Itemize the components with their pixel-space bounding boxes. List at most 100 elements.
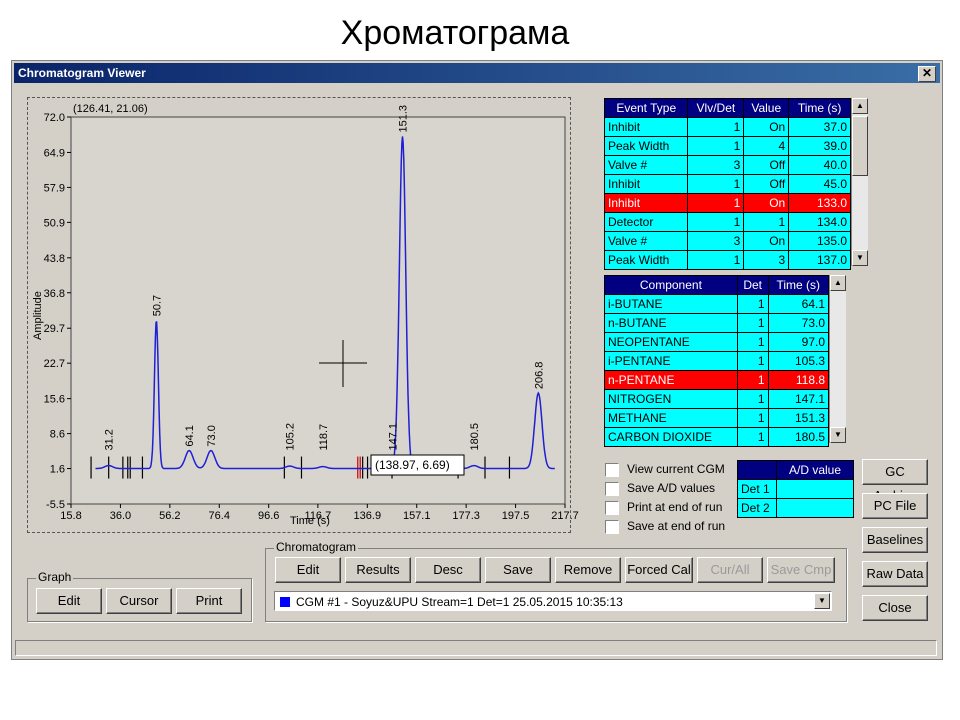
table-cell: 3 xyxy=(687,231,745,251)
events-scrollbar[interactable]: ▲ ▼ xyxy=(851,98,868,266)
event-row[interactable]: Inhibit 1 On 37.0 xyxy=(603,117,851,137)
component-row[interactable]: METHANE 1 151.3 xyxy=(604,408,830,428)
checkbox-icon[interactable] xyxy=(605,462,619,477)
gc-archive-button[interactable]: GC Archive xyxy=(862,459,928,503)
table-cell: 1 xyxy=(736,427,769,447)
component-row[interactable]: NITROGEN 1 147.1 xyxy=(604,389,830,409)
save-ad-checkbox[interactable]: Save A/D values xyxy=(605,480,715,496)
component-row[interactable]: i-PENTANE 1 105.3 xyxy=(604,351,830,371)
events-table[interactable]: Event Type Vlv/Det Value Time (s) Inhibit 1 O… xyxy=(603,98,851,270)
window-titlebar: Chromatogram Viewer ✕ xyxy=(14,63,940,83)
table-cell: 39.0 xyxy=(788,136,851,156)
scroll-up-icon[interactable]: ▲ xyxy=(852,98,868,114)
table-cell: 1 xyxy=(687,212,745,232)
save-button[interactable]: Save xyxy=(485,557,551,583)
table-cell: 37.0 xyxy=(788,117,851,137)
component-row[interactable]: NEOPENTANE 1 97.0 xyxy=(604,332,830,352)
event-row[interactable]: Inhibit 1 On 133.0 xyxy=(603,193,851,213)
print-button[interactable]: Print xyxy=(176,588,242,614)
table-cell: Valve # xyxy=(603,231,689,251)
cgm-edit-button[interactable]: Edit xyxy=(275,557,341,583)
event-row[interactable]: Peak Width 1 4 39.0 xyxy=(603,136,851,156)
column-header[interactable]: Det xyxy=(736,275,769,295)
pc-file-button[interactable]: PC File xyxy=(862,493,928,519)
table-cell: 1 xyxy=(687,174,745,194)
save-cmp-button[interactable]: Save Cmp xyxy=(767,557,835,583)
checkbox-icon[interactable] xyxy=(605,500,619,515)
column-header[interactable]: Time (s) xyxy=(788,98,851,118)
table-cell: 1 xyxy=(736,408,769,428)
view-current-checkbox[interactable]: View current CGM xyxy=(605,461,725,477)
components-table[interactable]: Component Det Time (s) i-BUTANE 1 64.1 n-BUTA… xyxy=(604,275,830,447)
save-end-checkbox[interactable]: Save at end of run xyxy=(605,518,725,534)
chevron-down-icon[interactable]: ▼ xyxy=(814,593,830,609)
cur-all-button[interactable]: Cur/All xyxy=(697,557,763,583)
table-cell: NITROGEN xyxy=(604,389,738,409)
scroll-up-icon[interactable]: ▲ xyxy=(830,275,846,291)
scroll-down-icon[interactable]: ▼ xyxy=(852,250,868,266)
event-row[interactable]: Valve #3 Off 40.0 xyxy=(603,155,851,175)
column-header[interactable]: Component xyxy=(604,275,738,295)
cursor-button[interactable]: Cursor xyxy=(106,588,172,614)
scroll-down-icon[interactable]: ▼ xyxy=(830,427,846,443)
close-button[interactable]: Close xyxy=(862,595,928,621)
table-cell: 1 xyxy=(736,351,769,371)
table-cell: 4 xyxy=(743,136,790,156)
column-header[interactable]: Event Type xyxy=(603,98,689,118)
forced-cal-button[interactable]: Forced Cal xyxy=(625,557,693,583)
event-row[interactable]: Peak Width 1 3 137.0 xyxy=(603,250,851,270)
print-end-checkbox[interactable]: Print at end of run xyxy=(605,499,722,515)
checkbox-icon[interactable] xyxy=(605,481,619,496)
event-row[interactable]: Inhibit 1 Off 45.0 xyxy=(603,174,851,194)
component-row[interactable]: n-BUTANE 1 73.0 xyxy=(604,313,830,333)
ad-value-table: A/D value Det 1 Det 2 xyxy=(737,460,854,518)
table-cell: i-PENTANE xyxy=(604,351,738,371)
cgm-select-value: CGM #1 - Soyuz&UPU Stream=1 Det=1 25.05.… xyxy=(296,595,623,609)
remove-button[interactable]: Remove xyxy=(555,557,621,583)
component-row[interactable]: n-PENTANE 1 118.8 xyxy=(604,370,830,390)
table-cell: 1 xyxy=(736,332,769,352)
graph-group-label: Graph xyxy=(36,570,74,584)
components-scrollbar[interactable]: ▲ ▼ xyxy=(829,275,846,443)
graph-edit-button[interactable]: Edit xyxy=(36,588,102,614)
desc-button[interactable]: Desc xyxy=(415,557,481,583)
column-header[interactable]: Vlv/Det xyxy=(687,98,745,118)
chromatogram-graph-panel[interactable] xyxy=(27,97,571,533)
table-cell: 45.0 xyxy=(788,174,851,194)
table-cell: 73.0 xyxy=(767,313,830,333)
table-cell: Inhibit xyxy=(603,174,689,194)
results-button[interactable]: Results xyxy=(345,557,411,583)
component-row[interactable]: i-BUTANE 1 64.1 xyxy=(604,294,830,314)
column-header[interactable]: Time (s) xyxy=(767,275,830,295)
status-bar xyxy=(15,640,937,656)
table-cell: 1 xyxy=(743,212,790,232)
cgm-color-swatch xyxy=(280,597,290,607)
table-cell: 137.0 xyxy=(788,250,851,270)
ad-row-label: Det 2 xyxy=(737,498,777,518)
table-cell: CARBON DIOXIDE xyxy=(604,427,738,447)
component-row[interactable]: CARBON DIOXIDE 1 180.5 xyxy=(604,427,830,447)
window-title: Chromatogram Viewer xyxy=(18,66,146,80)
close-icon[interactable]: ✕ xyxy=(918,66,936,82)
table-cell: Peak Width xyxy=(603,250,689,270)
baselines-button[interactable]: Baselines xyxy=(862,527,928,553)
checkbox-icon[interactable] xyxy=(605,519,619,534)
table-cell: Off xyxy=(743,174,790,194)
scroll-thumb[interactable] xyxy=(852,116,868,176)
column-header[interactable]: Value xyxy=(743,98,790,118)
table-cell: 147.1 xyxy=(767,389,830,409)
table-cell: 180.5 xyxy=(767,427,830,447)
table-cell: Detector xyxy=(603,212,689,232)
table-cell: 1 xyxy=(687,250,745,270)
event-row[interactable]: Detector 1 1 134.0 xyxy=(603,212,851,232)
cgm-select[interactable]: CGM #1 - Soyuz&UPU Stream=1 Det=1 25.05.… xyxy=(274,591,832,611)
table-cell: On xyxy=(743,231,790,251)
table-cell: Inhibit xyxy=(603,193,689,213)
event-row[interactable]: Valve #3 On 135.0 xyxy=(603,231,851,251)
table-cell: 133.0 xyxy=(788,193,851,213)
table-cell: 40.0 xyxy=(788,155,851,175)
table-cell: 118.8 xyxy=(767,370,830,390)
raw-data-button[interactable]: Raw Data xyxy=(862,561,928,587)
table-cell: 1 xyxy=(687,117,745,137)
table-cell: 1 xyxy=(736,313,769,333)
